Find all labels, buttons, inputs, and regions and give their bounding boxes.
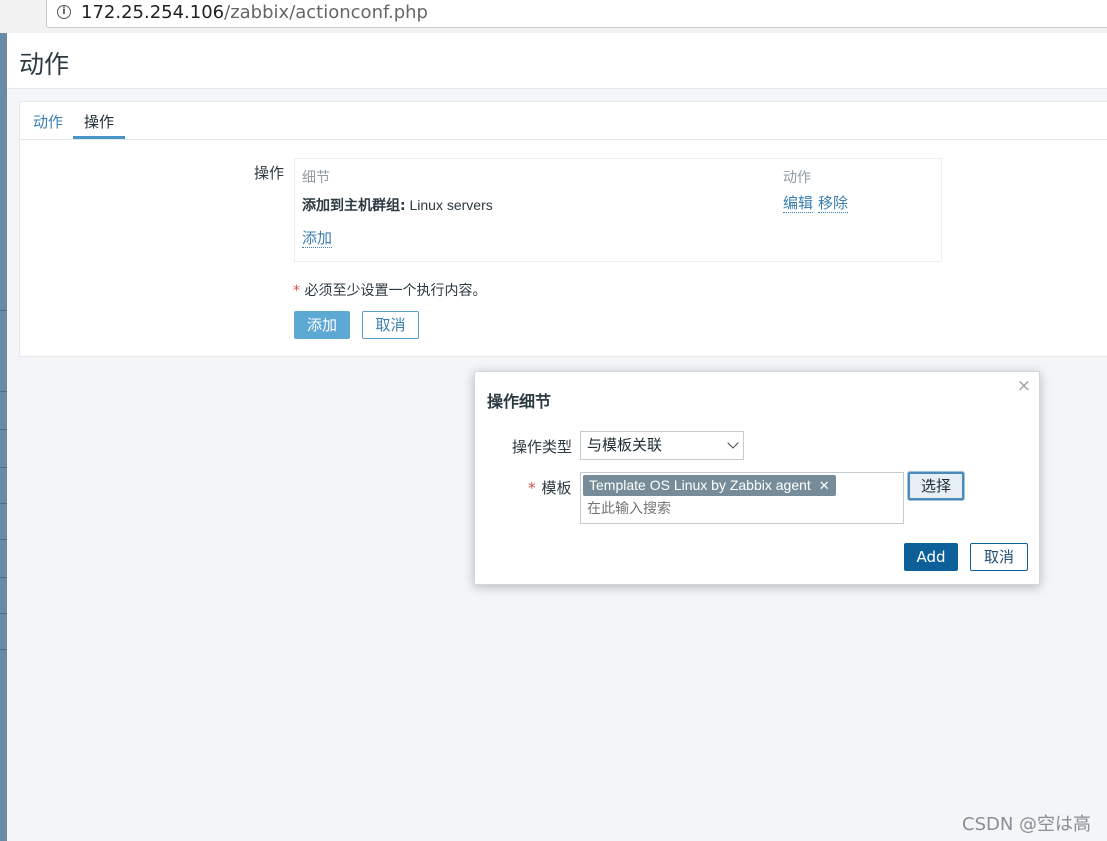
column-header-action: 动作 <box>783 170 811 186</box>
template-multiselect[interactable]: Template OS Linux by Zabbix agent ✕ <box>580 472 904 524</box>
dialog-add-button[interactable]: Add <box>904 543 958 571</box>
address-bar[interactable]: i 172.25.254.106/zabbix/actionconf.php <box>46 0 1107 28</box>
operation-type-value: 与模板关联 <box>587 436 663 454</box>
add-operation-link[interactable]: 添加 <box>302 230 333 248</box>
required-star: * <box>293 283 300 299</box>
info-icon[interactable]: i <box>57 5 71 19</box>
operation-details-dialog: 操作细节 × 操作类型 与模板关联 * 模板 Template OS Linux … <box>474 371 1040 585</box>
page-header: 动作 <box>7 33 1107 89</box>
remove-chip-icon[interactable]: ✕ <box>819 476 830 497</box>
chevron-down-icon <box>727 437 739 449</box>
select-template-button[interactable]: 选择 <box>908 472 964 500</box>
close-icon[interactable]: × <box>1017 376 1031 396</box>
tab-operations[interactable]: 操作 <box>84 111 114 132</box>
operations-label: 操作 <box>254 164 285 182</box>
operation-detail: 添加到主机群组: Linux servers <box>302 195 493 215</box>
active-tab-indicator <box>73 136 125 139</box>
operations-table: 细节 动作 添加到主机群组: Linux servers 编辑 移除 添加 <box>294 158 942 262</box>
tab-bar: 动作 操作 <box>20 102 1107 140</box>
operation-type-select[interactable]: 与模板关联 <box>580 431 744 460</box>
dialog-title: 操作细节 <box>487 392 552 411</box>
action-form-card: 动作 操作 操作 细节 动作 添加到主机群组: Linux servers 编辑… <box>19 101 1107 357</box>
template-search-input[interactable] <box>587 501 887 517</box>
column-header-detail: 细节 <box>302 170 330 186</box>
dialog-cancel-button[interactable]: 取消 <box>970 543 1028 571</box>
operation-type-label: 操作类型 <box>512 438 573 456</box>
url-text[interactable]: 172.25.254.106/zabbix/actionconf.php <box>81 2 428 23</box>
required-note: * 必须至少设置一个执行内容。 <box>293 280 486 300</box>
page-title: 动作 <box>19 50 70 79</box>
operation-detail-type: 添加到主机群组: <box>302 198 406 214</box>
sidebar-collapsed-strip <box>0 33 7 841</box>
add-button[interactable]: 添加 <box>294 311 350 339</box>
template-chip-label: Template OS Linux by Zabbix agent <box>589 477 811 493</box>
watermark: CSDN @空は高 <box>962 814 1092 835</box>
url-host: 172.25.254.106 <box>81 2 225 23</box>
required-star: * <box>528 479 536 497</box>
operation-detail-value: Linux servers <box>409 197 493 213</box>
edit-operation-link[interactable]: 编辑 <box>783 195 814 213</box>
template-chip: Template OS Linux by Zabbix agent ✕ <box>583 475 836 496</box>
cancel-button[interactable]: 取消 <box>362 311 419 339</box>
template-label: * 模板 <box>528 477 572 498</box>
remove-operation-link[interactable]: 移除 <box>818 195 849 213</box>
tab-action[interactable]: 动作 <box>33 111 63 132</box>
template-label-text: 模板 <box>541 479 572 497</box>
url-path: /zabbix/actionconf.php <box>224 2 428 23</box>
browser-toolbar: i 172.25.254.106/zabbix/actionconf.php <box>0 0 1107 33</box>
required-note-text: 必须至少设置一个执行内容。 <box>304 283 487 299</box>
